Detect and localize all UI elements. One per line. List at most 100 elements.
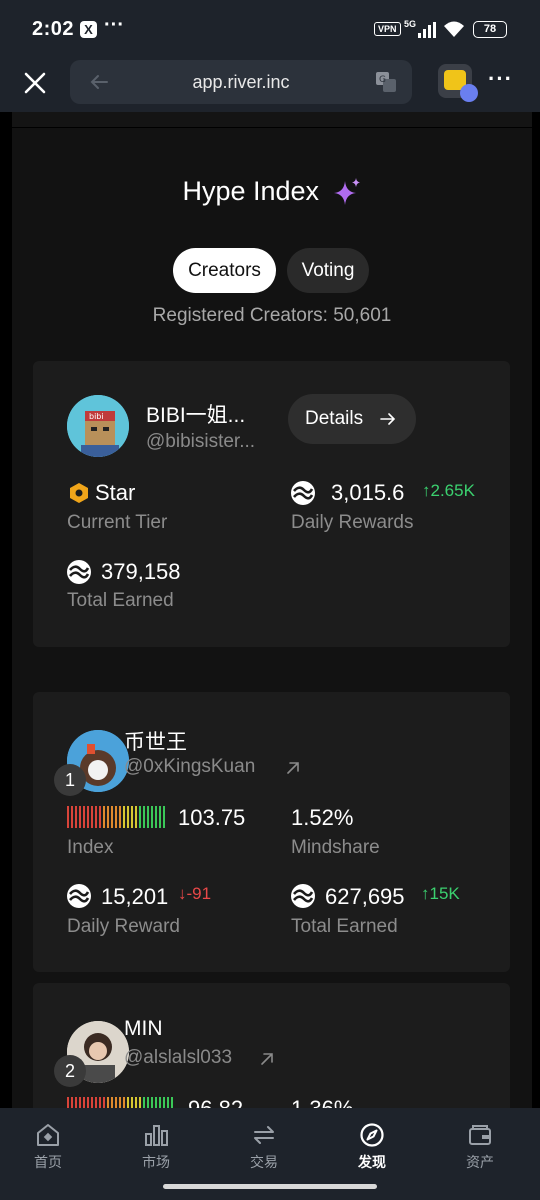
meter-bar [75,806,77,828]
address-bar[interactable]: app.river.inc G [70,60,412,104]
meter-bar [111,1097,113,1108]
home-indicator [163,1184,377,1189]
nav-label: 首页 [34,1154,62,1170]
nav-trade[interactable]: 交易 [224,1122,304,1172]
webpage: Hype Index Creators Voting Registered Cr… [12,112,532,1108]
tab-voting[interactable]: Voting [287,248,369,293]
meter-bar [123,1097,125,1108]
meter-bar [67,806,69,828]
daily-rewards-label: Daily Rewards [291,512,414,533]
index-meter [67,1097,173,1108]
home-icon [37,1124,59,1146]
status-bar: 2:02 X ··· VPN 5G 78 [0,0,540,58]
details-button[interactable]: Details [288,394,416,444]
creator-handle: @alslalsl033 [124,1047,233,1068]
river-coin-icon [291,481,315,505]
nav-market[interactable]: 市场 [116,1122,196,1172]
meter-bar [119,1097,121,1108]
meter-bar [127,806,129,828]
meter-bar [131,1097,133,1108]
mindshare-label: Mindshare [291,837,380,858]
meter-bar [115,806,117,828]
creator-name: 币世王 [124,731,187,754]
daily-reward-delta: ↓-91 [178,884,212,903]
meter-bar [151,806,153,828]
meter-bar [95,806,97,828]
meter-bar [155,806,157,828]
leaderboard-row[interactable]: 2 MIN @alslalsl033 96.82 1.36% [33,983,510,1108]
river-coin-icon [67,560,91,584]
meter-bar [91,806,93,828]
trade-icon [254,1126,274,1144]
vpn-badge: VPN [374,22,401,36]
meter-bar [103,1097,105,1108]
meter-bar [163,1097,165,1108]
meter-bar [143,1097,145,1108]
meter-bar [83,806,85,828]
total-earned-value: 379,158 [101,559,181,584]
battery-indicator: 78 [473,21,507,38]
external-link-icon[interactable] [259,1051,275,1067]
meter-bar [99,806,101,828]
meter-bar [135,1097,137,1108]
meter-bar [79,806,81,828]
index-meter [67,806,165,828]
tab-creators[interactable]: Creators [173,248,276,293]
index-value: 103.75 [178,805,246,830]
meter-bar [139,806,141,828]
nav-home[interactable]: 首页 [8,1122,88,1172]
meter-bar [131,806,133,828]
nav-discover[interactable]: 发现 [332,1122,412,1172]
pixel-avatar-icon: bibi [67,395,129,457]
rank-badge: 1 [54,764,86,796]
meter-bar [107,806,109,828]
meter-bar [115,1097,117,1108]
meter-bar [67,1097,69,1108]
river-coin-icon [291,884,315,908]
my-creator-card: bibi BIBI一姐... @bibisister... Details St… [33,361,510,647]
meter-bar [99,1097,101,1108]
rank-badge: 2 [54,1055,86,1087]
meter-bar [171,1097,173,1108]
meter-bar [95,1097,97,1108]
daily-rewards-value: 3,015.6 [331,480,405,505]
translate-icon[interactable]: G [375,71,397,93]
meter-bar [147,1097,149,1108]
svg-text:bibi: bibi [89,412,104,421]
svg-text:G: G [379,75,386,85]
browser-toolbar: app.river.inc G ··· [0,58,540,112]
total-earned-delta: ↑15K [421,884,460,903]
mindshare-value: 1.52% [291,805,354,830]
arrow-right-icon [380,413,396,425]
meter-bar [155,1097,157,1108]
wallet-icon [469,1125,491,1145]
discover-icon [360,1123,384,1147]
meter-bar [91,1097,93,1108]
leaderboard-row[interactable]: 1 币世王 @0xKingsKuan 103.75 Index 1.52% Mi… [33,692,510,972]
meter-bar [75,1097,77,1108]
wallet-extension-icon[interactable] [438,64,478,102]
meter-bar [147,806,149,828]
close-icon[interactable] [22,70,48,96]
signal-icon [418,22,436,38]
total-earned-value: 627,695 [325,884,405,909]
meter-bar [87,1097,89,1108]
nav-label: 交易 [250,1154,278,1170]
total-earned-label: Total Earned [291,916,398,937]
details-label: Details [305,408,364,429]
sparkle-icon [333,177,360,205]
meter-bar [159,1097,161,1108]
meter-bar [123,806,125,828]
nav-assets[interactable]: 资产 [440,1122,520,1172]
status-time: 2:02 [32,18,75,40]
meter-bar [119,806,121,828]
market-icon [145,1125,168,1146]
index-value: 96.82 [188,1096,243,1108]
meter-bar [79,1097,81,1108]
external-link-icon[interactable] [285,760,301,776]
meter-bar [163,806,165,828]
more-menu-icon[interactable]: ··· [488,66,513,92]
daily-reward-label: Daily Reward [67,916,180,937]
registered-creators-count: Registered Creators: 50,601 [152,305,392,326]
meter-bar [71,1097,73,1108]
